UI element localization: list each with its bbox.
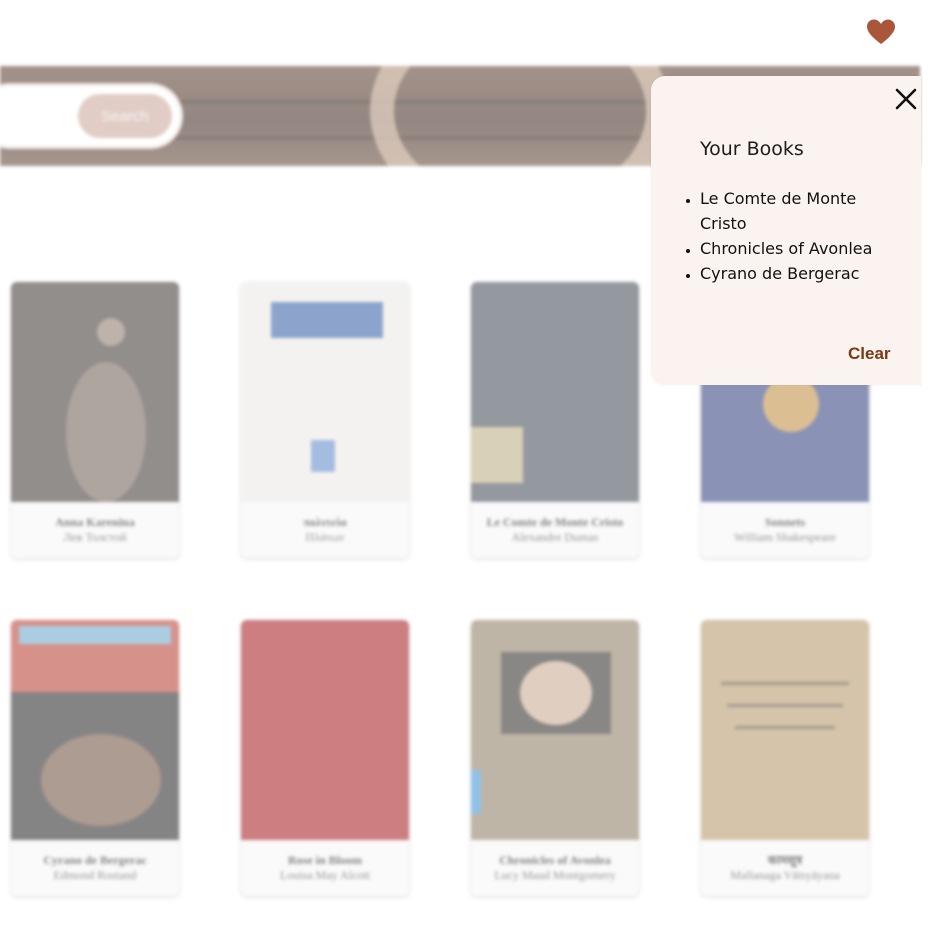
book-card[interactable]: Cyrano de Bergerac Edmond Rostand xyxy=(11,620,179,896)
list-item[interactable]: Le Comte de Monte Cristo xyxy=(700,186,890,236)
book-card[interactable]: Rose in Bloom Louisa May Alcott xyxy=(241,620,409,896)
book-cover xyxy=(241,282,409,502)
book-author: Lucy Maud Montgomery xyxy=(494,868,616,882)
book-title: Anna Karenina xyxy=(55,515,135,529)
book-meta: Sonnets William Shakespeare xyxy=(701,502,869,558)
book-author: Alexandre Dumas xyxy=(511,530,599,544)
book-title: Rose in Bloom xyxy=(287,853,362,867)
book-card[interactable]: Le Comte de Monte Cristo Alexandre Dumas xyxy=(471,282,639,558)
book-meta: कामसूत्र Mallanaga Vātsyāyana xyxy=(701,840,869,896)
book-cover xyxy=(471,620,639,840)
clear-button[interactable]: Clear xyxy=(848,344,891,364)
book-cover xyxy=(11,620,179,840)
book-card[interactable]: कामसूत्र Mallanaga Vātsyāyana xyxy=(701,620,869,896)
book-title: Le Comte de Monte Cristo xyxy=(486,515,624,529)
book-title: Chronicles of Avonlea xyxy=(499,853,611,867)
book-author: William Shakespeare xyxy=(734,530,836,544)
book-meta: Le Comte de Monte Cristo Alexandre Dumas xyxy=(471,502,639,558)
book-card[interactable]: Anna Karenina Лев Толстой xyxy=(11,282,179,558)
book-title: Sonnets xyxy=(764,515,805,529)
book-author: Louisa May Alcott xyxy=(280,868,370,882)
book-author: Edmond Rostand xyxy=(53,868,137,882)
book-meta: Rose in Bloom Louisa May Alcott xyxy=(241,840,409,896)
book-title: πολιτεία xyxy=(303,515,347,529)
book-meta: Cyrano de Bergerac Edmond Rostand xyxy=(11,840,179,896)
list-item[interactable]: Cyrano de Bergerac xyxy=(700,261,890,286)
book-meta: Chronicles of Avonlea Lucy Maud Montgome… xyxy=(471,840,639,896)
book-card[interactable]: Chronicles of Avonlea Lucy Maud Montgome… xyxy=(471,620,639,896)
your-books-list: Le Comte de Monte Cristo Chronicles of A… xyxy=(700,186,890,286)
book-cover xyxy=(471,282,639,502)
book-author: Лев Толстой xyxy=(63,530,127,544)
book-author: Mallanaga Vātsyāyana xyxy=(730,868,840,882)
book-cover xyxy=(701,620,869,840)
close-icon[interactable] xyxy=(891,84,921,114)
book-title: Cyrano de Bergerac xyxy=(43,853,147,867)
list-item[interactable]: Chronicles of Avonlea xyxy=(700,236,890,261)
book-cover xyxy=(11,282,179,502)
book-meta: Anna Karenina Лев Толстой xyxy=(11,502,179,558)
panel-title: Your Books xyxy=(700,138,804,160)
book-card[interactable]: πολιτεία Πλάτων xyxy=(241,282,409,558)
book-meta: πολιτεία Πλάτων xyxy=(241,502,409,558)
book-title: कामसूत्र xyxy=(767,853,803,867)
book-author: Πλάτων xyxy=(305,530,345,544)
book-cover xyxy=(241,620,409,840)
